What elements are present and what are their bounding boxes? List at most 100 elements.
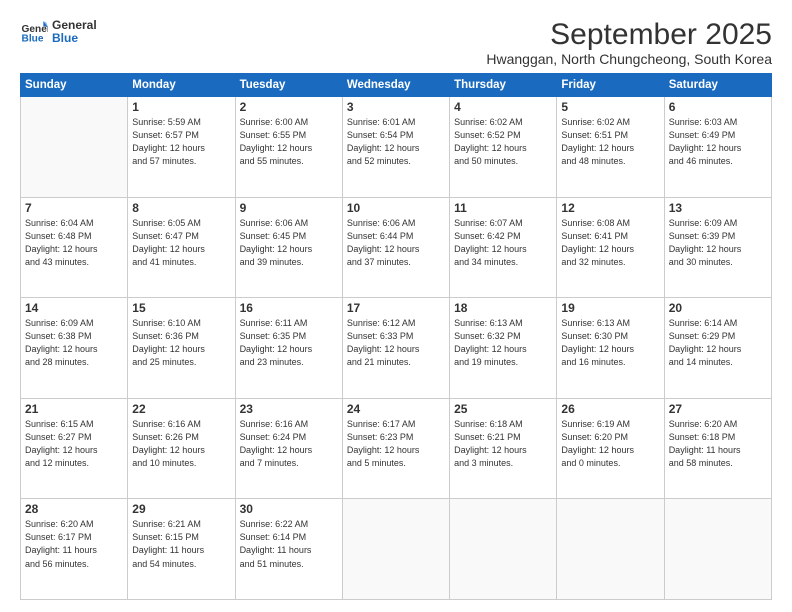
calendar-cell: 22 Sunrise: 6:16 AM Sunset: 6:26 PM Dayli… (128, 398, 235, 499)
day-content: Sunrise: 6:07 AM Sunset: 6:42 PM Dayligh… (454, 217, 552, 269)
day-number: 7 (25, 201, 123, 215)
week-row-1: 1 Sunrise: 5:59 AM Sunset: 6:57 PM Daylig… (21, 97, 772, 198)
title-area: September 2025 Hwanggan, North Chungcheo… (486, 18, 772, 67)
calendar-cell: 27 Sunrise: 6:20 AM Sunset: 6:18 PM Dayli… (664, 398, 771, 499)
calendar-cell: 26 Sunrise: 6:19 AM Sunset: 6:20 PM Dayli… (557, 398, 664, 499)
day-content: Sunrise: 6:02 AM Sunset: 6:52 PM Dayligh… (454, 116, 552, 168)
day-content: Sunrise: 6:16 AM Sunset: 6:24 PM Dayligh… (240, 418, 338, 470)
day-content: Sunrise: 6:04 AM Sunset: 6:48 PM Dayligh… (25, 217, 123, 269)
day-content: Sunrise: 6:21 AM Sunset: 6:15 PM Dayligh… (132, 518, 230, 570)
calendar-cell: 4 Sunrise: 6:02 AM Sunset: 6:52 PM Daylig… (450, 97, 557, 198)
calendar-cell: 28Sunrise: 6:20 AM Sunset: 6:17 PM Dayli… (21, 499, 128, 600)
day-number: 9 (240, 201, 338, 215)
day-number: 5 (561, 100, 659, 114)
day-content: Sunrise: 6:00 AM Sunset: 6:55 PM Dayligh… (240, 116, 338, 168)
day-number: 12 (561, 201, 659, 215)
day-number: 28 (25, 502, 123, 516)
day-number: 30 (240, 502, 338, 516)
day-content: Sunrise: 6:09 AM Sunset: 6:38 PM Dayligh… (25, 317, 123, 369)
day-number: 6 (669, 100, 767, 114)
day-number: 11 (454, 201, 552, 215)
calendar-cell: 30 Sunrise: 6:22 AM Sunset: 6:14 PM Dayli… (235, 499, 342, 600)
calendar-cell: 14Sunrise: 6:09 AM Sunset: 6:38 PM Dayli… (21, 298, 128, 399)
day-content: Sunrise: 6:14 AM Sunset: 6:29 PM Dayligh… (669, 317, 767, 369)
day-number: 15 (132, 301, 230, 315)
calendar-cell: 12Sunrise: 6:08 AM Sunset: 6:41 PM Dayli… (557, 197, 664, 298)
day-content: Sunrise: 6:19 AM Sunset: 6:20 PM Dayligh… (561, 418, 659, 470)
calendar-cell: 2 Sunrise: 6:00 AM Sunset: 6:55 PM Daylig… (235, 97, 342, 198)
calendar-cell: 7 Sunrise: 6:04 AM Sunset: 6:48 PM Daylig… (21, 197, 128, 298)
week-row-4: 21Sunrise: 6:15 AM Sunset: 6:27 PM Dayli… (21, 398, 772, 499)
day-content: Sunrise: 6:20 AM Sunset: 6:18 PM Dayligh… (669, 418, 767, 470)
day-number: 22 (132, 402, 230, 416)
day-number: 16 (240, 301, 338, 315)
day-number: 20 (669, 301, 767, 315)
day-content: Sunrise: 6:09 AM Sunset: 6:39 PM Dayligh… (669, 217, 767, 269)
day-number: 17 (347, 301, 445, 315)
week-row-5: 28Sunrise: 6:20 AM Sunset: 6:17 PM Dayli… (21, 499, 772, 600)
day-content: Sunrise: 6:06 AM Sunset: 6:44 PM Dayligh… (347, 217, 445, 269)
day-content: Sunrise: 6:06 AM Sunset: 6:45 PM Dayligh… (240, 217, 338, 269)
logo-line2: Blue (52, 32, 97, 45)
header-sunday: Sunday (21, 74, 128, 97)
calendar-cell (557, 499, 664, 600)
day-number: 10 (347, 201, 445, 215)
calendar-cell: 24 Sunrise: 6:17 AM Sunset: 6:23 PM Dayli… (342, 398, 449, 499)
calendar-cell: 9 Sunrise: 6:06 AM Sunset: 6:45 PM Daylig… (235, 197, 342, 298)
calendar-cell: 17 Sunrise: 6:12 AM Sunset: 6:33 PM Dayli… (342, 298, 449, 399)
calendar-cell: 10 Sunrise: 6:06 AM Sunset: 6:44 PM Dayli… (342, 197, 449, 298)
day-number: 25 (454, 402, 552, 416)
day-content: Sunrise: 6:13 AM Sunset: 6:32 PM Dayligh… (454, 317, 552, 369)
day-number: 1 (132, 100, 230, 114)
day-content: Sunrise: 6:17 AM Sunset: 6:23 PM Dayligh… (347, 418, 445, 470)
svg-text:Blue: Blue (22, 33, 44, 44)
day-number: 18 (454, 301, 552, 315)
day-content: Sunrise: 6:12 AM Sunset: 6:33 PM Dayligh… (347, 317, 445, 369)
day-number: 24 (347, 402, 445, 416)
calendar-cell: 16 Sunrise: 6:11 AM Sunset: 6:35 PM Dayli… (235, 298, 342, 399)
calendar-cell: 6 Sunrise: 6:03 AM Sunset: 6:49 PM Daylig… (664, 97, 771, 198)
calendar-cell: 5 Sunrise: 6:02 AM Sunset: 6:51 PM Daylig… (557, 97, 664, 198)
day-number: 19 (561, 301, 659, 315)
calendar-cell: 19 Sunrise: 6:13 AM Sunset: 6:30 PM Dayli… (557, 298, 664, 399)
day-content: Sunrise: 6:13 AM Sunset: 6:30 PM Dayligh… (561, 317, 659, 369)
month-title: September 2025 (486, 18, 772, 51)
day-number: 23 (240, 402, 338, 416)
weekday-header-row: Sunday Monday Tuesday Wednesday Thursday… (21, 74, 772, 97)
calendar-cell: 1 Sunrise: 5:59 AM Sunset: 6:57 PM Daylig… (128, 97, 235, 198)
day-number: 21 (25, 402, 123, 416)
day-number: 26 (561, 402, 659, 416)
header-tuesday: Tuesday (235, 74, 342, 97)
day-content: Sunrise: 6:03 AM Sunset: 6:49 PM Dayligh… (669, 116, 767, 168)
header-saturday: Saturday (664, 74, 771, 97)
day-number: 13 (669, 201, 767, 215)
calendar-cell (21, 97, 128, 198)
calendar-cell: 3Sunrise: 6:01 AM Sunset: 6:54 PM Daylig… (342, 97, 449, 198)
day-number: 2 (240, 100, 338, 114)
day-content: Sunrise: 6:01 AM Sunset: 6:54 PM Dayligh… (347, 116, 445, 168)
calendar-cell: 13 Sunrise: 6:09 AM Sunset: 6:39 PM Dayli… (664, 197, 771, 298)
day-content: Sunrise: 5:59 AM Sunset: 6:57 PM Dayligh… (132, 116, 230, 168)
day-content: Sunrise: 6:16 AM Sunset: 6:26 PM Dayligh… (132, 418, 230, 470)
page-header: General Blue General Blue September 2025… (20, 18, 772, 67)
day-number: 27 (669, 402, 767, 416)
header-friday: Friday (557, 74, 664, 97)
day-content: Sunrise: 6:02 AM Sunset: 6:51 PM Dayligh… (561, 116, 659, 168)
day-number: 29 (132, 502, 230, 516)
header-monday: Monday (128, 74, 235, 97)
day-number: 4 (454, 100, 552, 114)
calendar-cell: 18 Sunrise: 6:13 AM Sunset: 6:32 PM Dayli… (450, 298, 557, 399)
logo-icon: General Blue (20, 18, 48, 46)
header-thursday: Thursday (450, 74, 557, 97)
day-content: Sunrise: 6:05 AM Sunset: 6:47 PM Dayligh… (132, 217, 230, 269)
week-row-2: 7 Sunrise: 6:04 AM Sunset: 6:48 PM Daylig… (21, 197, 772, 298)
calendar-cell: 23 Sunrise: 6:16 AM Sunset: 6:24 PM Dayli… (235, 398, 342, 499)
calendar-cell: 15Sunrise: 6:10 AM Sunset: 6:36 PM Dayli… (128, 298, 235, 399)
calendar-cell: 20 Sunrise: 6:14 AM Sunset: 6:29 PM Dayli… (664, 298, 771, 399)
week-row-3: 14Sunrise: 6:09 AM Sunset: 6:38 PM Dayli… (21, 298, 772, 399)
calendar-cell (664, 499, 771, 600)
day-content: Sunrise: 6:11 AM Sunset: 6:35 PM Dayligh… (240, 317, 338, 369)
calendar-cell: 8Sunrise: 6:05 AM Sunset: 6:47 PM Daylig… (128, 197, 235, 298)
day-content: Sunrise: 6:22 AM Sunset: 6:14 PM Dayligh… (240, 518, 338, 570)
calendar-cell (342, 499, 449, 600)
